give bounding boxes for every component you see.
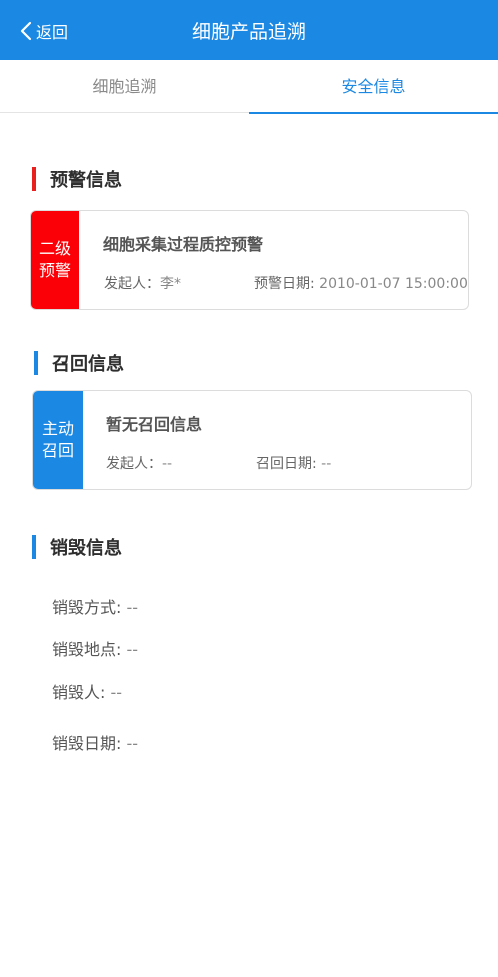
warning-section-header: 预警信息: [32, 167, 122, 191]
destroy-person-label: 销毁人:: [52, 683, 106, 702]
warning-date-label: 预警日期:: [254, 276, 315, 292]
destroy-location: 销毁地点: --: [52, 636, 138, 660]
recall-date: 召回日期: --: [256, 453, 331, 473]
recall-initiator: 发起人：--: [106, 453, 172, 473]
warning-card[interactable]: 二级 预警 细胞采集过程质控预警 发起人：李* 预警日期: 2010-01-07…: [30, 210, 469, 310]
recall-initiator-value: --: [162, 456, 173, 472]
destroy-method-value: --: [126, 598, 139, 617]
page-title: 细胞产品追溯: [191, 21, 306, 43]
destroy-method: 销毁方式: --: [52, 594, 138, 618]
tab-bar: 细胞追溯 安全信息: [0, 60, 498, 114]
warning-level-line2: 预警: [38, 261, 71, 280]
warning-initiator-value: 李*: [160, 276, 181, 292]
tab-cell-trace[interactable]: 细胞追溯: [0, 60, 249, 113]
destroy-section-header: 销毁信息: [32, 535, 122, 559]
warning-level-badge: 二级 预警: [31, 211, 79, 309]
warning-title: 细胞采集过程质控预警: [103, 235, 264, 254]
recall-card[interactable]: 主动 召回 暂无召回信息 发起人：-- 召回日期: --: [32, 390, 472, 490]
destroy-method-label: 销毁方式:: [52, 598, 122, 617]
recall-type-line2: 召回: [41, 441, 74, 460]
recall-type-badge: 主动 召回: [33, 391, 83, 489]
destroy-date-value: --: [126, 734, 139, 753]
recall-section-title: 召回信息: [52, 354, 124, 375]
destroy-section-title: 销毁信息: [50, 538, 122, 559]
recall-title: 暂无召回信息: [106, 415, 203, 434]
destroy-date: 销毁日期: --: [52, 730, 138, 754]
destroy-location-value: --: [126, 640, 139, 659]
recall-type-line1: 主动: [41, 419, 74, 438]
recall-section-header: 召回信息: [34, 351, 124, 375]
section-accent-bar: [34, 351, 38, 375]
section-accent-bar: [32, 167, 36, 191]
warning-section-title: 预警信息: [50, 170, 122, 191]
recall-date-label: 召回日期:: [256, 456, 317, 472]
warning-date: 预警日期: 2010-01-07 15:00:00: [254, 273, 468, 293]
recall-initiator-label: 发起人：: [106, 456, 162, 472]
recall-date-value: --: [321, 456, 332, 472]
warning-initiator: 发起人：李*: [104, 273, 181, 293]
section-accent-bar: [32, 535, 36, 559]
warning-initiator-label: 发起人：: [104, 276, 160, 292]
warning-date-value: 2010-01-07 15:00:00: [319, 276, 468, 292]
destroy-person-value: --: [110, 683, 123, 702]
destroy-date-label: 销毁日期:: [52, 734, 122, 753]
top-app-bar: 返回 细胞产品追溯: [0, 0, 498, 60]
destroy-location-label: 销毁地点:: [52, 640, 122, 659]
tab-safety-info[interactable]: 安全信息: [249, 60, 498, 114]
warning-level-line1: 二级: [38, 239, 71, 258]
destroy-person: 销毁人: --: [52, 679, 122, 703]
